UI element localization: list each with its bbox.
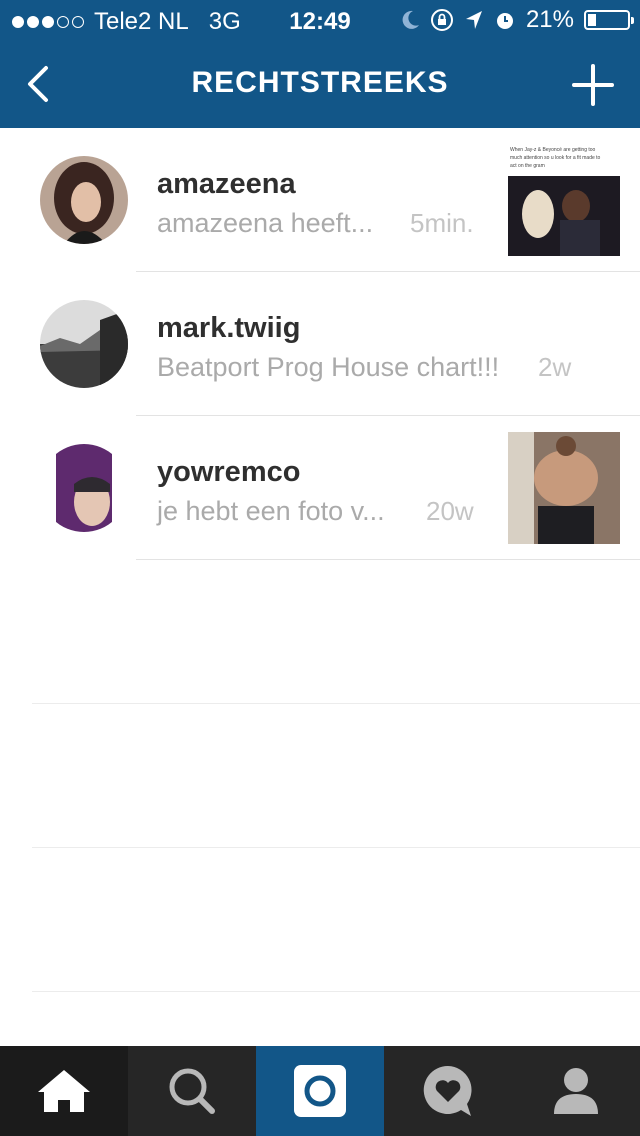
back-chevron-icon[interactable]	[22, 62, 62, 106]
carrier-name: Tele2 NL	[94, 8, 189, 35]
avatar[interactable]	[40, 300, 128, 388]
battery-icon	[584, 10, 634, 30]
thread-row[interactable]: amazeena amazeena heeft... 5min. When Ja…	[0, 128, 640, 272]
alarm-icon	[496, 13, 513, 29]
thread-preview: amazeena heeft...	[157, 208, 374, 238]
direct-thread-list: amazeena amazeena heeft... 5min. When Ja…	[0, 128, 640, 560]
moon-icon	[402, 10, 419, 29]
thread-timestamp: 2w	[538, 352, 572, 382]
svg-text:When Jay-z & Beyoncé are getti: When Jay-z & Beyoncé are getting too	[510, 147, 596, 153]
thread-row[interactable]: yowremco je hebt een foto v... 20w	[0, 416, 640, 560]
thread-username: yowremco	[157, 456, 301, 488]
thread-username: mark.twiig	[157, 312, 301, 344]
thread-preview: je hebt een foto v...	[157, 496, 385, 526]
signal-strength-icon	[12, 16, 84, 28]
message-thumbnail[interactable]: When Jay-z & Beyoncé are getting too muc…	[508, 144, 620, 256]
message-thumbnail[interactable]	[508, 432, 620, 544]
empty-row-divider	[32, 703, 640, 704]
top-bar: Tele2 NL 3G 12:49 21% RECHTSTREEKS	[0, 0, 640, 128]
empty-row-divider	[32, 847, 640, 848]
plus-icon[interactable]	[572, 64, 614, 106]
profile-icon	[554, 1068, 598, 1114]
tab-activity[interactable]	[384, 1046, 512, 1136]
battery-percent: 21%	[525, 6, 574, 33]
bottom-tab-bar	[0, 1046, 640, 1136]
tab-camera[interactable]	[256, 1046, 384, 1136]
camera-icon	[294, 1065, 346, 1117]
thread-username: amazeena	[157, 168, 296, 200]
status-bar: Tele2 NL 3G 12:49 21%	[0, 0, 640, 40]
location-icon	[465, 11, 482, 29]
tab-home[interactable]	[0, 1046, 128, 1136]
thread-timestamp: 5min.	[410, 208, 474, 238]
navigation-bar: RECHTSTREEKS	[0, 40, 640, 128]
page-title: RECHTSTREEKS	[191, 66, 449, 99]
svg-text:much attention so u look for a: much attention so u look for a fit made …	[510, 155, 601, 161]
orientation-lock-icon	[430, 9, 453, 31]
thread-timestamp: 20w	[426, 496, 474, 526]
tab-profile[interactable]	[512, 1046, 640, 1136]
activity-heart-icon	[423, 1065, 472, 1116]
thread-row[interactable]: mark.twiig Beatport Prog House chart!!! …	[0, 272, 640, 416]
home-icon	[38, 1070, 90, 1112]
thread-preview: Beatport Prog House chart!!!	[157, 352, 500, 382]
network-type: 3G	[208, 8, 241, 35]
row-divider	[136, 559, 640, 560]
empty-row-divider	[32, 991, 640, 992]
avatar[interactable]	[40, 444, 128, 532]
search-icon	[169, 1068, 215, 1114]
tab-search[interactable]	[128, 1046, 256, 1136]
avatar[interactable]	[40, 156, 128, 244]
svg-text:act on the gram: act on the gram	[510, 163, 545, 169]
